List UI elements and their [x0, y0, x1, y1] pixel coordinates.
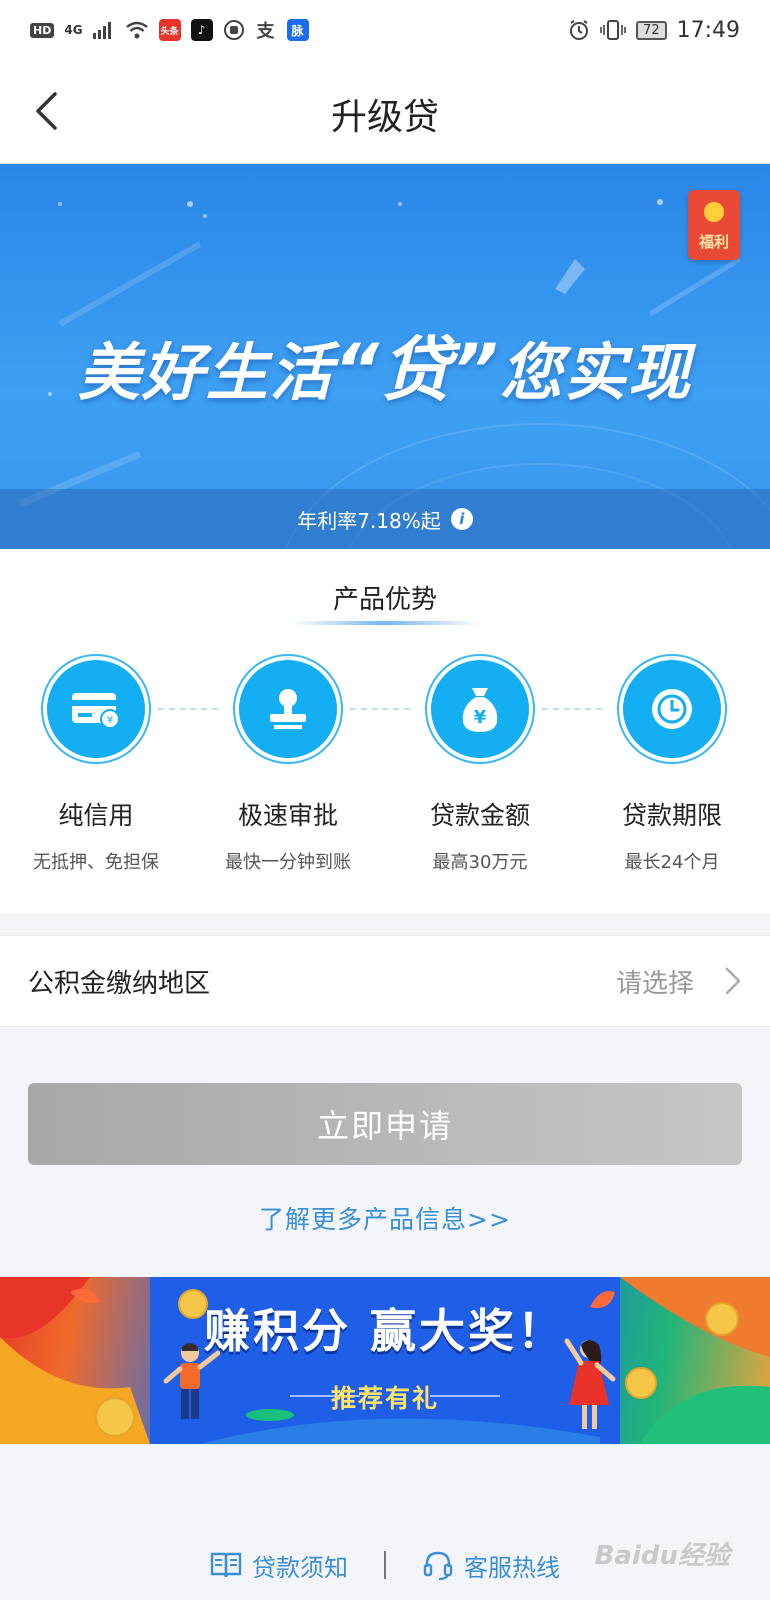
page-title: 升级贷 — [330, 97, 439, 138]
hero-slogan: 美好生活“贷”您实现 — [0, 314, 770, 415]
card-icon: ¥ — [47, 660, 145, 758]
status-right: 72 17:49 — [568, 18, 740, 43]
slogan-part1: 美好生活 — [77, 336, 334, 409]
chevron-right-icon — [725, 967, 741, 995]
welfare-red-envelope[interactable]: 福利 — [688, 190, 740, 260]
advantage-item-term: 贷款期限 最长24个月 — [576, 654, 768, 874]
loan-notice-label: 贷款须知 — [252, 1553, 348, 1582]
coin-icon — [704, 202, 724, 222]
vibrate-icon — [600, 20, 626, 40]
stamp-icon — [239, 660, 337, 758]
advantage-name: 极速审批 — [237, 801, 338, 830]
status-left: HD 4G 头条 ♪ 支 脉 — [30, 19, 309, 42]
toutiao-app-icon: 头条 — [158, 19, 181, 41]
slogan-quote: “贷” — [333, 329, 501, 411]
signal-icon — [92, 22, 111, 39]
money-bag-icon: ¥ — [431, 660, 529, 758]
region-value-group: 请选择 — [616, 963, 742, 1000]
alarm-icon — [570, 20, 589, 40]
title-bar: 升级贷 — [0, 60, 770, 164]
info-icon[interactable]: i — [450, 508, 473, 530]
apply-now-button[interactable]: 立即申请 — [28, 1083, 742, 1165]
title-underline — [290, 621, 480, 625]
svg-text:¥: ¥ — [474, 707, 487, 728]
region-label: 公积金缴纳地区 — [28, 968, 211, 999]
service-hotline-label: 客服热线 — [464, 1553, 560, 1582]
wifi-icon — [125, 21, 148, 39]
welfare-label: 福利 — [698, 233, 729, 251]
baidu-watermark: Baidu经验 — [594, 1541, 730, 1571]
tiktok-app-icon: ♪ — [190, 19, 213, 41]
advantage-item-amount: ¥ 贷款金额 最高30万元 — [384, 654, 576, 874]
advantage-item-approval: 极速审批 最快一分钟到账 — [192, 654, 384, 874]
alipay-app-icon: 支 — [254, 19, 277, 42]
clock-time: 17:49 — [676, 17, 740, 43]
promo-subtitle: 推荐有礼 — [330, 1384, 439, 1413]
advantage-name: 贷款金额 — [429, 801, 530, 830]
book-icon — [210, 1552, 242, 1578]
advantage-icon-ring: ¥ — [41, 654, 151, 764]
advantage-icon-ring — [233, 654, 343, 764]
maimai-app-icon: 脉 — [286, 19, 309, 41]
advantage-icon-ring — [617, 654, 727, 764]
advantage-name: 纯信用 — [58, 801, 134, 830]
hero-banner: 福利 美好生活“贷”您实现 年利率7.18%起 i — [0, 164, 770, 549]
advantage-icon-ring: ¥ — [425, 654, 535, 764]
product-advantages: 产品优势 ¥ 纯信用 无抵押、免担保 极速审批 最快一分钟到账 ¥ 贷款金额 最… — [0, 549, 770, 913]
shield-hand-icon — [223, 20, 244, 40]
loan-notice-link[interactable]: 贷款须知 — [210, 1548, 348, 1583]
rate-strip: 年利率7.18%起 i — [0, 489, 770, 549]
headset-icon — [423, 1551, 453, 1581]
footer-separator — [384, 1551, 386, 1579]
advantage-name: 贷款期限 — [621, 801, 722, 830]
rate-text: 年利率7.18%起 — [297, 508, 441, 533]
promo-banner[interactable]: 赚积分 赢大奖！ 推荐有礼 — [0, 1277, 770, 1444]
svg-text:¥: ¥ — [107, 715, 113, 726]
clock-icon — [623, 660, 721, 758]
advantage-item-credit: ¥ 纯信用 无抵押、免担保 — [0, 654, 192, 874]
advantage-desc: 最高30万元 — [432, 852, 528, 873]
status-bar: HD 4G 头条 ♪ 支 脉 72 17:49 — [0, 0, 770, 60]
slogan-part2: 您实现 — [500, 336, 693, 409]
network-type: 4G — [64, 23, 83, 37]
advantage-desc: 无抵押、免担保 — [33, 852, 159, 873]
advantage-desc: 最长24个月 — [624, 852, 720, 873]
advantage-desc: 最快一分钟到账 — [225, 852, 351, 873]
battery-icon: 72 — [636, 20, 667, 40]
section-title: 产品优势 — [332, 585, 437, 615]
region-placeholder: 请选择 — [615, 968, 694, 999]
service-hotline-link[interactable]: 客服热线 — [422, 1548, 560, 1583]
promo-title: 赚积分 赢大奖！ — [203, 1304, 566, 1358]
hd-badge: HD — [30, 22, 55, 38]
more-info-link[interactable]: 了解更多产品信息>> — [0, 1200, 770, 1236]
fund-region-select[interactable]: 公积金缴纳地区 请选择 — [0, 935, 770, 1027]
